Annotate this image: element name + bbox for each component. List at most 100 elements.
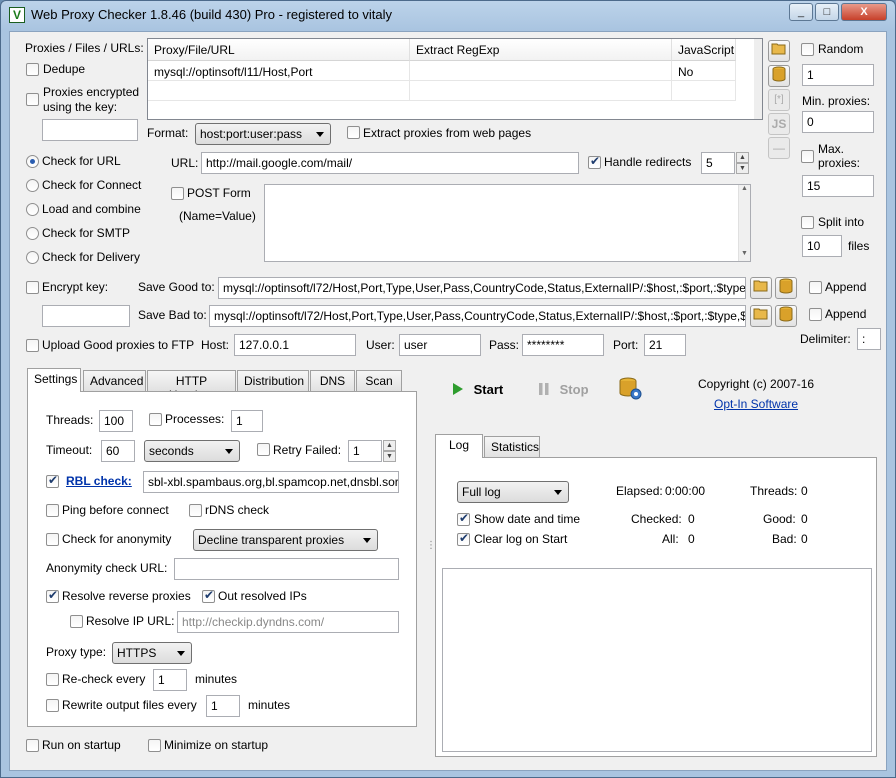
encrypt-key-checkbox[interactable]: [26, 281, 39, 294]
database-button[interactable]: [768, 65, 790, 87]
extract-proxies-checkbox[interactable]: [347, 126, 360, 139]
start-button[interactable]: Start: [452, 377, 532, 403]
javascript-button[interactable]: JS: [768, 113, 790, 135]
tab-http-headers[interactable]: HTTP Headers: [147, 370, 236, 402]
save-good-database-button[interactable]: [775, 277, 797, 299]
table-cell-regexp[interactable]: [410, 61, 672, 81]
mode-check-smtp-radio[interactable]: [26, 227, 39, 240]
tab-advanced[interactable]: Advanced: [83, 370, 146, 392]
rdns-check-checkbox[interactable]: [189, 504, 202, 517]
resolve-reverse-checkbox[interactable]: [46, 588, 59, 603]
anonymity-mode-select[interactable]: Decline transparent proxies: [193, 529, 378, 551]
tab-dns[interactable]: DNS: [310, 370, 355, 392]
anonymity-url-input[interactable]: [174, 558, 399, 580]
save-good-browse-button[interactable]: [750, 277, 772, 299]
mode-check-connect-radio[interactable]: [26, 179, 39, 192]
regexp-button[interactable]: [*]: [768, 89, 790, 111]
remove-button[interactable]: —: [768, 137, 790, 159]
ftp-host-input[interactable]: 127.0.0.1: [234, 334, 356, 356]
rbl-check-link[interactable]: RBL check:: [66, 474, 132, 488]
mode-check-url-radio[interactable]: [26, 155, 39, 168]
close-button[interactable]: X: [841, 3, 887, 21]
proxies-encrypted-checkbox[interactable]: [26, 93, 39, 106]
resolve-ip-url-input[interactable]: http://checkip.dyndns.com/: [177, 611, 399, 633]
save-bad-input[interactable]: mysql://optinsoft/l72/Host,Port,Type,Use…: [209, 305, 746, 327]
table-cell-url[interactable]: mysql://optinsoft/l11/Host,Port: [148, 61, 410, 81]
retry-failed-input[interactable]: 1: [348, 440, 382, 462]
append-good-checkbox[interactable]: [809, 281, 822, 294]
mode-load-combine-radio[interactable]: [26, 203, 39, 216]
post-form-checkbox[interactable]: [171, 187, 184, 200]
encryption-key-input[interactable]: [42, 119, 138, 141]
rewrite-interval-input[interactable]: 1: [206, 695, 240, 717]
title-bar[interactable]: V Web Proxy Checker 1.8.46 (build 430) P…: [1, 1, 895, 29]
minimize-button[interactable]: _: [789, 3, 813, 21]
recheck-checkbox[interactable]: [46, 673, 59, 686]
minimize-on-startup-checkbox[interactable]: [148, 739, 161, 752]
maximize-button[interactable]: □: [815, 3, 839, 21]
show-date-checkbox[interactable]: [457, 511, 470, 526]
retry-failed-spinner[interactable]: ▲ ▼: [383, 440, 396, 462]
random-checkbox[interactable]: [801, 43, 814, 56]
log-level-select[interactable]: Full log: [457, 481, 569, 503]
rbl-servers-input[interactable]: sbl-xbl.spambaus.org,bl.spamcop.net,dnsb…: [143, 471, 399, 493]
table-cell-javascript[interactable]: No: [672, 61, 736, 81]
max-proxies-input[interactable]: 15: [802, 175, 874, 197]
format-select[interactable]: host:port:user:pass: [195, 123, 331, 145]
mode-check-delivery-radio[interactable]: [26, 251, 39, 264]
resolve-ip-url-checkbox[interactable]: [70, 615, 83, 628]
handle-redirects-checkbox[interactable]: [588, 154, 601, 169]
save-good-input[interactable]: mysql://optinsoft/l72/Host,Port,Type,Use…: [218, 277, 746, 299]
max-proxies-checkbox[interactable]: [801, 150, 814, 163]
encrypt-key-input[interactable]: [42, 305, 130, 327]
processes-checkbox[interactable]: [149, 413, 162, 426]
post-form-textarea[interactable]: ▲ ▼: [264, 184, 751, 262]
split-count-input[interactable]: 10: [802, 235, 842, 257]
database-settings-button[interactable]: [618, 376, 644, 402]
retry-failed-checkbox[interactable]: [257, 443, 270, 456]
run-on-startup-checkbox[interactable]: [26, 739, 39, 752]
table-empty-cell[interactable]: [148, 81, 410, 101]
out-resolved-checkbox[interactable]: [202, 588, 215, 603]
url-input[interactable]: http://mail.google.com/mail/: [201, 152, 579, 174]
delimiter-input[interactable]: :: [857, 328, 881, 350]
random-count-input[interactable]: 1: [802, 64, 874, 86]
upload-ftp-checkbox[interactable]: [26, 339, 39, 352]
redirects-count-input[interactable]: 5: [701, 152, 735, 174]
ping-before-connect-checkbox[interactable]: [46, 504, 59, 517]
threads-input[interactable]: 100: [99, 410, 133, 432]
split-into-checkbox[interactable]: [801, 216, 814, 229]
column-header-javascript[interactable]: JavaScript: [672, 39, 736, 61]
dedupe-checkbox[interactable]: [26, 63, 39, 76]
panel-splitter[interactable]: ⋮: [426, 541, 436, 582]
ftp-user-input[interactable]: user: [399, 334, 481, 356]
ftp-port-input[interactable]: 21: [644, 334, 686, 356]
rewrite-output-checkbox[interactable]: [46, 699, 59, 712]
timeout-unit-select[interactable]: seconds: [144, 440, 240, 462]
tab-settings[interactable]: Settings: [27, 368, 81, 392]
tab-log[interactable]: Log: [435, 434, 483, 458]
append-bad-checkbox[interactable]: [809, 308, 822, 321]
column-header-url[interactable]: Proxy/File/URL: [148, 39, 410, 61]
tab-scan[interactable]: Scan: [356, 370, 402, 392]
proxy-type-select[interactable]: HTTPS: [112, 642, 192, 664]
min-proxies-input[interactable]: 0: [802, 111, 874, 133]
rbl-check-checkbox[interactable]: [46, 473, 59, 488]
recheck-interval-input[interactable]: 1: [153, 669, 187, 691]
stop-button[interactable]: Stop: [538, 377, 618, 403]
timeout-input[interactable]: 60: [101, 440, 135, 462]
save-bad-database-button[interactable]: [775, 305, 797, 327]
tab-statistics[interactable]: Statistics: [484, 436, 540, 458]
tab-distribution[interactable]: Distribution: [237, 370, 309, 392]
redirects-spinner[interactable]: ▲ ▼: [736, 152, 749, 174]
save-bad-browse-button[interactable]: [750, 305, 772, 327]
log-output-area[interactable]: [442, 568, 872, 752]
column-header-regexp[interactable]: Extract RegExp: [410, 39, 672, 61]
open-folder-button[interactable]: [768, 40, 790, 62]
check-anonymity-checkbox[interactable]: [46, 533, 59, 546]
table-empty-cell[interactable]: [410, 81, 672, 101]
proxy-sources-table[interactable]: Proxy/File/URL Extract RegExp JavaScript…: [147, 38, 763, 120]
clear-log-checkbox[interactable]: [457, 531, 470, 546]
table-scrollbar[interactable]: [754, 39, 762, 119]
opt-in-software-link[interactable]: Opt-In Software: [714, 397, 798, 411]
